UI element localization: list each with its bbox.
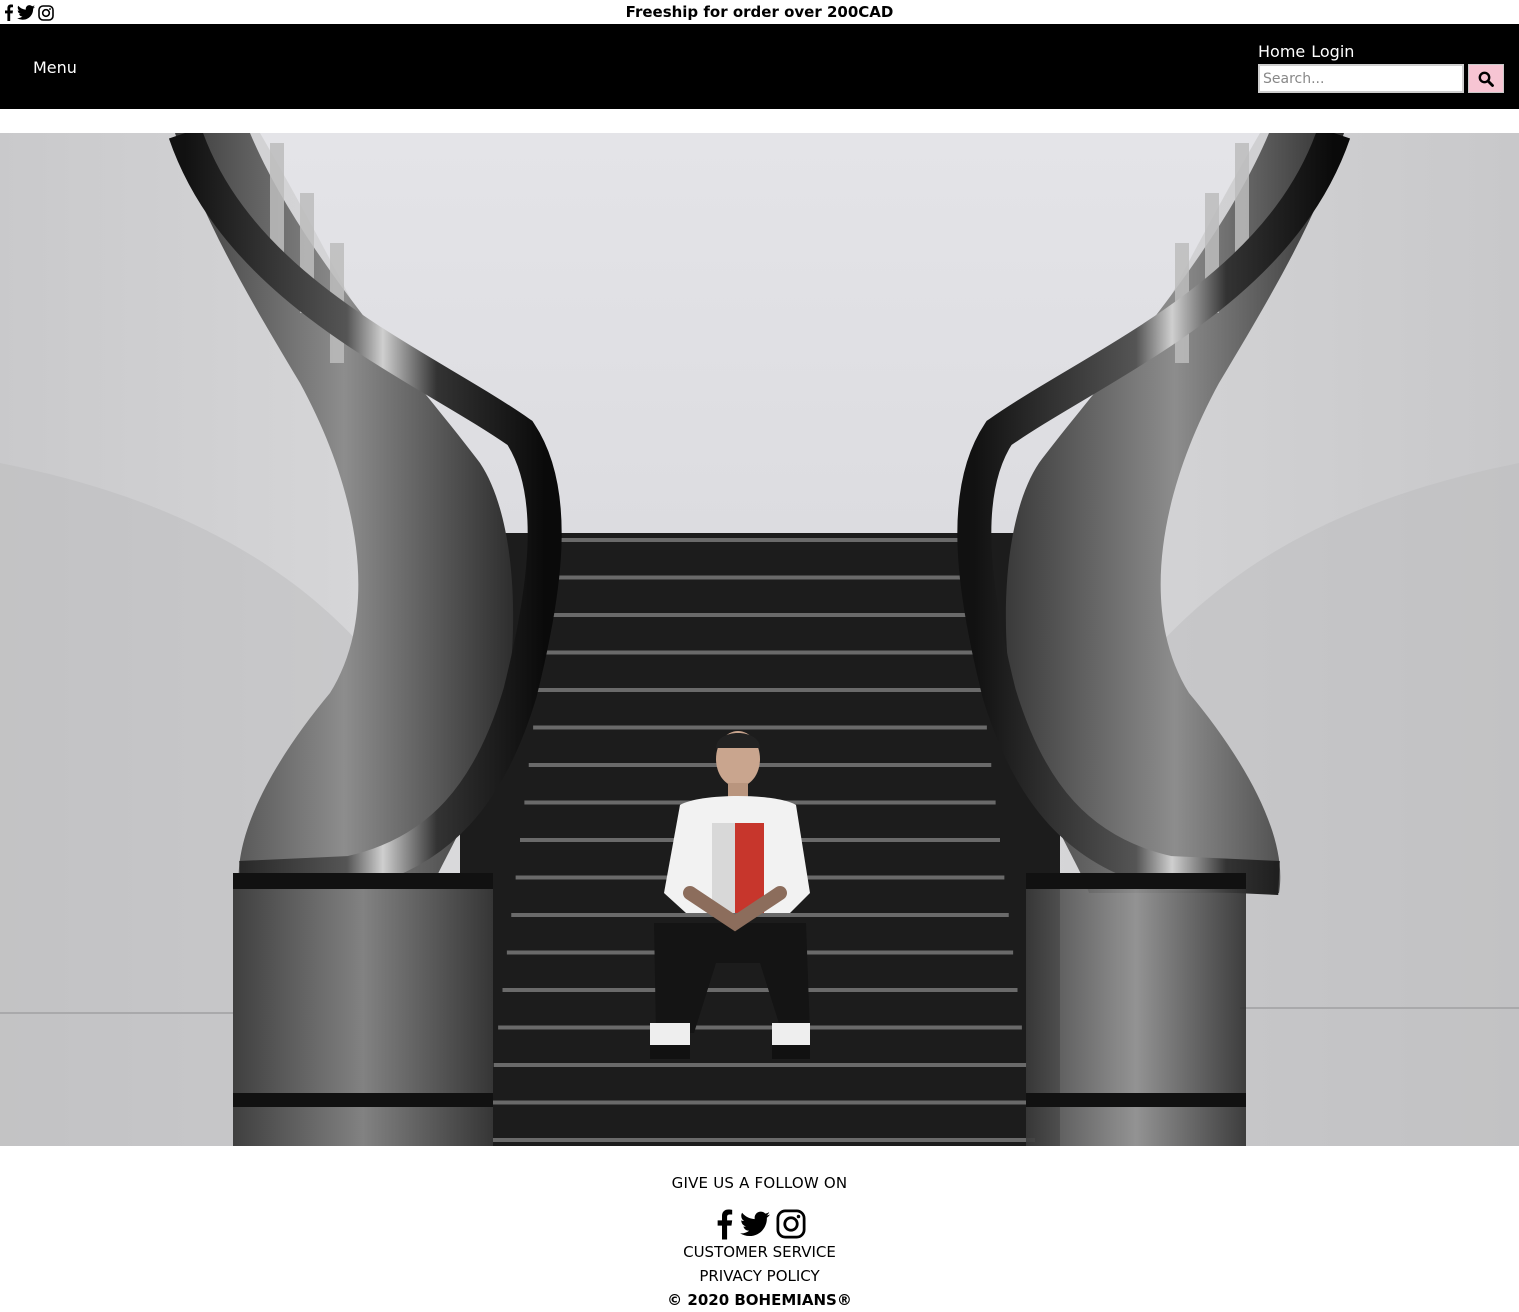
stair-tread	[555, 538, 965, 542]
main-navbar: Menu Home Login	[0, 24, 1519, 109]
stair-tread	[541, 650, 979, 655]
hero-image	[0, 133, 1519, 1146]
search-input[interactable]	[1258, 64, 1464, 93]
nav-right-panel: Home Login	[1258, 42, 1504, 93]
instagram-icon[interactable]	[776, 1209, 806, 1239]
search-bar	[1258, 64, 1504, 93]
facebook-icon[interactable]	[714, 1208, 734, 1240]
free-shipping-banner: Freeship for order over 200CAD	[625, 3, 894, 21]
footer-social-links	[0, 1208, 1519, 1240]
stair-tread	[489, 1100, 1031, 1105]
nav-home-link[interactable]: Home	[1258, 42, 1305, 62]
stair-tread	[502, 988, 1018, 992]
follow-heading: GIVE US A FOLLOW ON	[671, 1174, 848, 1192]
twitter-icon[interactable]	[739, 1211, 770, 1237]
search-button[interactable]	[1468, 64, 1504, 93]
nav-login-link[interactable]: Login	[1311, 42, 1354, 62]
announcement-bar: Freeship for order over 200CAD	[0, 0, 1519, 24]
stair-tread	[550, 575, 970, 580]
stair-tread	[493, 1063, 1027, 1067]
stair-tread	[533, 725, 987, 730]
stair-tread	[528, 763, 992, 767]
stair-tread	[498, 1025, 1022, 1030]
nav-links: Home Login	[1258, 42, 1504, 62]
site-footer: GIVE US A FOLLOW ON CUSTOMER SERVICE PRI…	[0, 1146, 1519, 1312]
copyright-text: © 2020 BOHEMIANS®	[667, 1291, 852, 1309]
stair-tread	[546, 613, 974, 617]
search-icon	[1478, 71, 1494, 87]
customer-service-link[interactable]: CUSTOMER SERVICE	[0, 1240, 1519, 1264]
privacy-policy-link[interactable]: PRIVACY POLICY	[0, 1264, 1519, 1288]
stair-tread	[485, 1138, 1035, 1142]
stair-tread	[537, 688, 983, 692]
menu-button[interactable]: Menu	[33, 58, 77, 78]
